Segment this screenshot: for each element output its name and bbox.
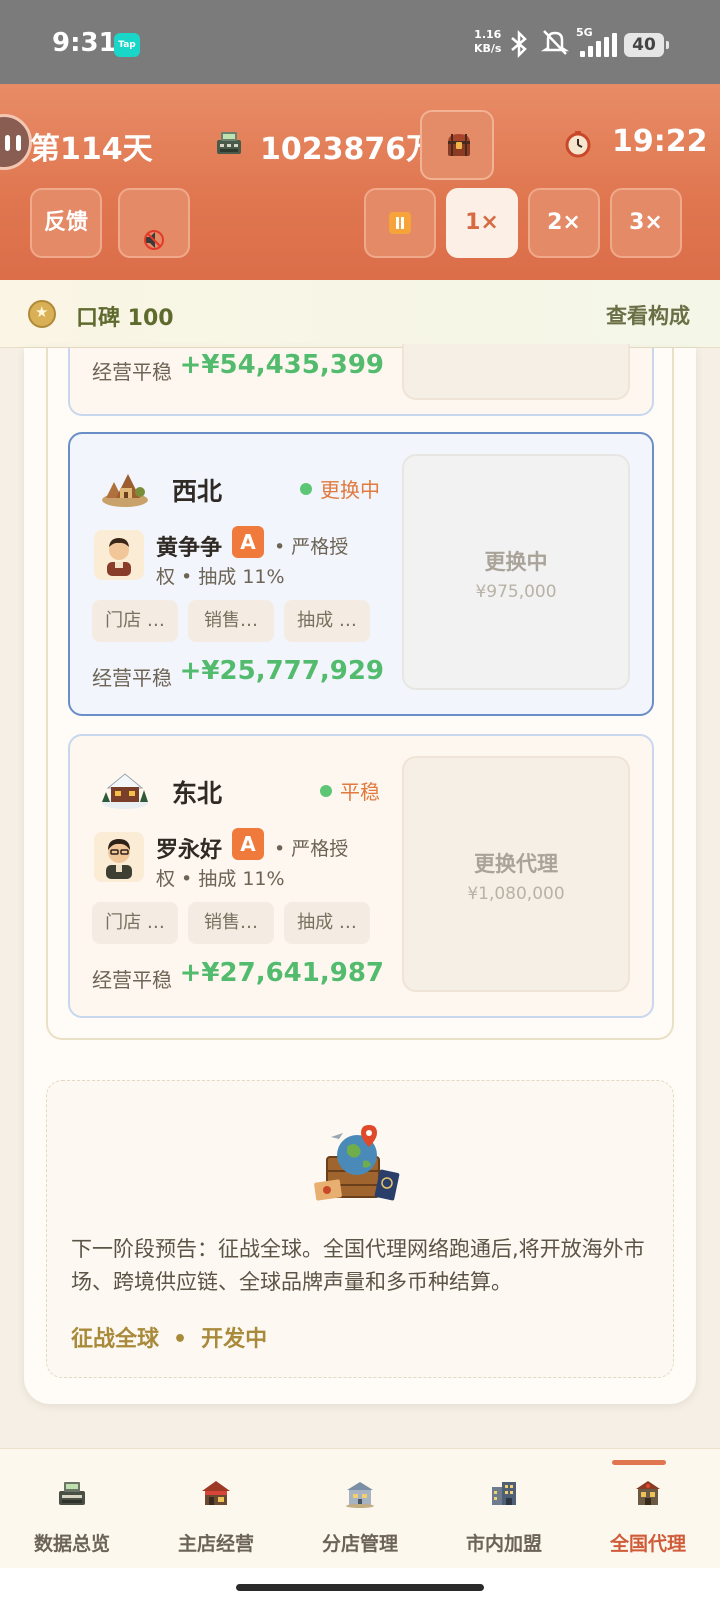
- reputation-score: 口碑 100: [76, 306, 174, 331]
- battery-icon: 40: [624, 33, 669, 57]
- alarm-clock-icon: [564, 130, 592, 158]
- agent-terms-line2: 权 • 抽成 11%: [156, 868, 285, 890]
- bottom-navigation: 数据总览 主店经营 分店管理 市内加盟 全国代理: [0, 1448, 720, 1568]
- preview-phase-name: 征战全球: [71, 1327, 160, 1352]
- feedback-button[interactable]: 反馈: [30, 188, 102, 258]
- speed-3x-button[interactable]: 3×: [610, 188, 682, 258]
- agent-status: 更换中: [300, 474, 380, 503]
- performance-value: +¥27,641,987: [179, 958, 384, 988]
- network-speed-unit: KB/s: [474, 42, 502, 55]
- mute-button[interactable]: [118, 188, 190, 258]
- home-gesture-bar[interactable]: [236, 1584, 484, 1591]
- game-header: 第114天 1023876万 19:22 反馈 1× 2× 3×: [0, 84, 720, 280]
- stat-chip-sales: 销售…: [188, 902, 274, 944]
- replace-agent-button[interactable]: 更换代理 ¥1,080,000: [402, 756, 630, 992]
- agent-card-northeast[interactable]: 东北 平稳 罗永好 A • 严格授 权 • 抽成 11% 门店 … 销售… 抽成…: [68, 734, 654, 1018]
- city-franchise-icon: [488, 1477, 520, 1509]
- status-time: 9:31: [52, 28, 117, 58]
- action-title: 更换代理: [474, 852, 558, 876]
- agent-card-northwest[interactable]: 西北 更换中 黄争争 A • 严格授 权 • 抽成 11% 门店 … 销售… 抽…: [68, 432, 654, 716]
- nav-data-overview[interactable]: 数据总览: [0, 1449, 144, 1569]
- agent-terms-line1: • 严格授: [274, 536, 349, 558]
- next-phase-preview: 下一阶段预告：征战全球。全国代理网络跑通后,将开放海外市场、跨境供应链、全球品牌…: [46, 1080, 674, 1378]
- agent-grade-badge: A: [232, 828, 264, 860]
- nav-city-franchise[interactable]: 市内加盟: [432, 1449, 576, 1569]
- pause-avatar-icon[interactable]: [0, 114, 32, 170]
- agent-terms-line1: • 严格授: [274, 838, 349, 860]
- nav-label: 全国代理: [609, 1533, 686, 1555]
- stat-chip-store: 门店 …: [92, 902, 178, 944]
- bluetooth-icon: [508, 29, 530, 65]
- main-shop-icon: [200, 1477, 232, 1509]
- pause-button[interactable]: [364, 188, 436, 258]
- status-dot-icon: [300, 483, 312, 495]
- treasure-chest-icon: [444, 130, 474, 160]
- region-name: 东北: [172, 779, 223, 808]
- cash-register-icon: [56, 1477, 88, 1509]
- performance-label: 经营平稳: [92, 666, 172, 690]
- status-bar: 9:31 Tap 1.16 KB/s 5G 40: [0, 0, 720, 84]
- nav-branch-management[interactable]: 分店管理: [288, 1449, 432, 1569]
- stat-chip-store: 门店 …: [92, 600, 178, 642]
- agent-status-text: 平稳: [340, 780, 380, 804]
- branch-shop-icon: [344, 1477, 376, 1509]
- agent-grade-badge: A: [232, 526, 264, 558]
- national-agent-icon: [632, 1477, 664, 1509]
- silent-mode-icon: [540, 28, 570, 63]
- agent-portrait-icon: [94, 832, 144, 882]
- region-name: 西北: [172, 477, 223, 506]
- active-tab-indicator: [612, 1460, 666, 1465]
- performance-value: +¥54,435,399: [179, 350, 384, 380]
- signal-icon: [578, 33, 618, 57]
- performance-label: 经营平稳: [92, 968, 172, 992]
- treasure-chest-button[interactable]: [420, 110, 494, 180]
- nav-label: 分店管理: [321, 1533, 398, 1555]
- preview-description: 下一阶段预告：征战全球。全国代理网络跑通后,将开放海外市场、跨境供应链、全球品牌…: [71, 1237, 645, 1294]
- nav-main-shop[interactable]: 主店经营: [144, 1449, 288, 1569]
- pause-icon: [389, 212, 411, 234]
- desert-town-icon: [100, 464, 150, 508]
- stat-chip-sales: 销售…: [188, 600, 274, 642]
- agent-portrait-icon: [94, 530, 144, 580]
- nav-national-agent[interactable]: 全国代理: [576, 1449, 720, 1569]
- view-composition-link[interactable]: 查看构成: [606, 300, 690, 330]
- speaker-muted-icon: [143, 212, 165, 250]
- nav-label: 主店经营: [177, 1533, 254, 1555]
- snow-town-icon: [100, 766, 150, 810]
- speed-2x-button[interactable]: 2×: [528, 188, 600, 258]
- agent-name: 黄争争: [156, 536, 223, 561]
- network-speed: 1.16 KB/s: [474, 28, 501, 56]
- replacing-agent-button[interactable]: 更换中 ¥975,000: [402, 454, 630, 690]
- tap-app-icon: Tap: [114, 33, 140, 57]
- speed-1x-button[interactable]: 1×: [446, 188, 518, 258]
- money-display: 1023876万: [260, 132, 437, 167]
- action-title: 更换中: [484, 550, 548, 574]
- stat-chip-commission: 抽成 …: [284, 902, 370, 944]
- performance-label: 经营平稳: [92, 360, 172, 384]
- replace-agent-button[interactable]: [402, 344, 630, 400]
- action-price: ¥1,080,000: [467, 884, 565, 904]
- network-speed-value: 1.16: [474, 28, 502, 41]
- action-price: ¥975,000: [475, 582, 557, 602]
- reputation-bar: 口碑 100 查看构成: [0, 280, 720, 348]
- game-clock: 19:22: [612, 124, 708, 159]
- status-dot-icon: [320, 785, 332, 797]
- agent-card-previous: 经营平稳 +¥54,435,399: [68, 344, 654, 416]
- stat-chip-commission: 抽成 …: [284, 600, 370, 642]
- agent-terms-line2: 权 • 抽成 11%: [156, 566, 285, 588]
- nav-label: 数据总览: [33, 1533, 110, 1555]
- preview-separator: •: [173, 1327, 188, 1352]
- global-crate-icon: [313, 1119, 409, 1209]
- performance-value: +¥25,777,929: [179, 656, 384, 686]
- preview-dev-status: 开发中: [201, 1327, 268, 1352]
- preview-status: 征战全球 • 开发中: [71, 1321, 267, 1353]
- agent-status-text: 更换中: [320, 478, 380, 502]
- agent-name: 罗永好: [156, 838, 223, 863]
- cash-register-icon: [214, 128, 244, 158]
- agent-status: 平稳: [320, 776, 380, 805]
- reputation-medal-icon: [28, 300, 56, 328]
- day-counter: 第114天: [30, 132, 153, 167]
- nav-label: 市内加盟: [465, 1533, 542, 1555]
